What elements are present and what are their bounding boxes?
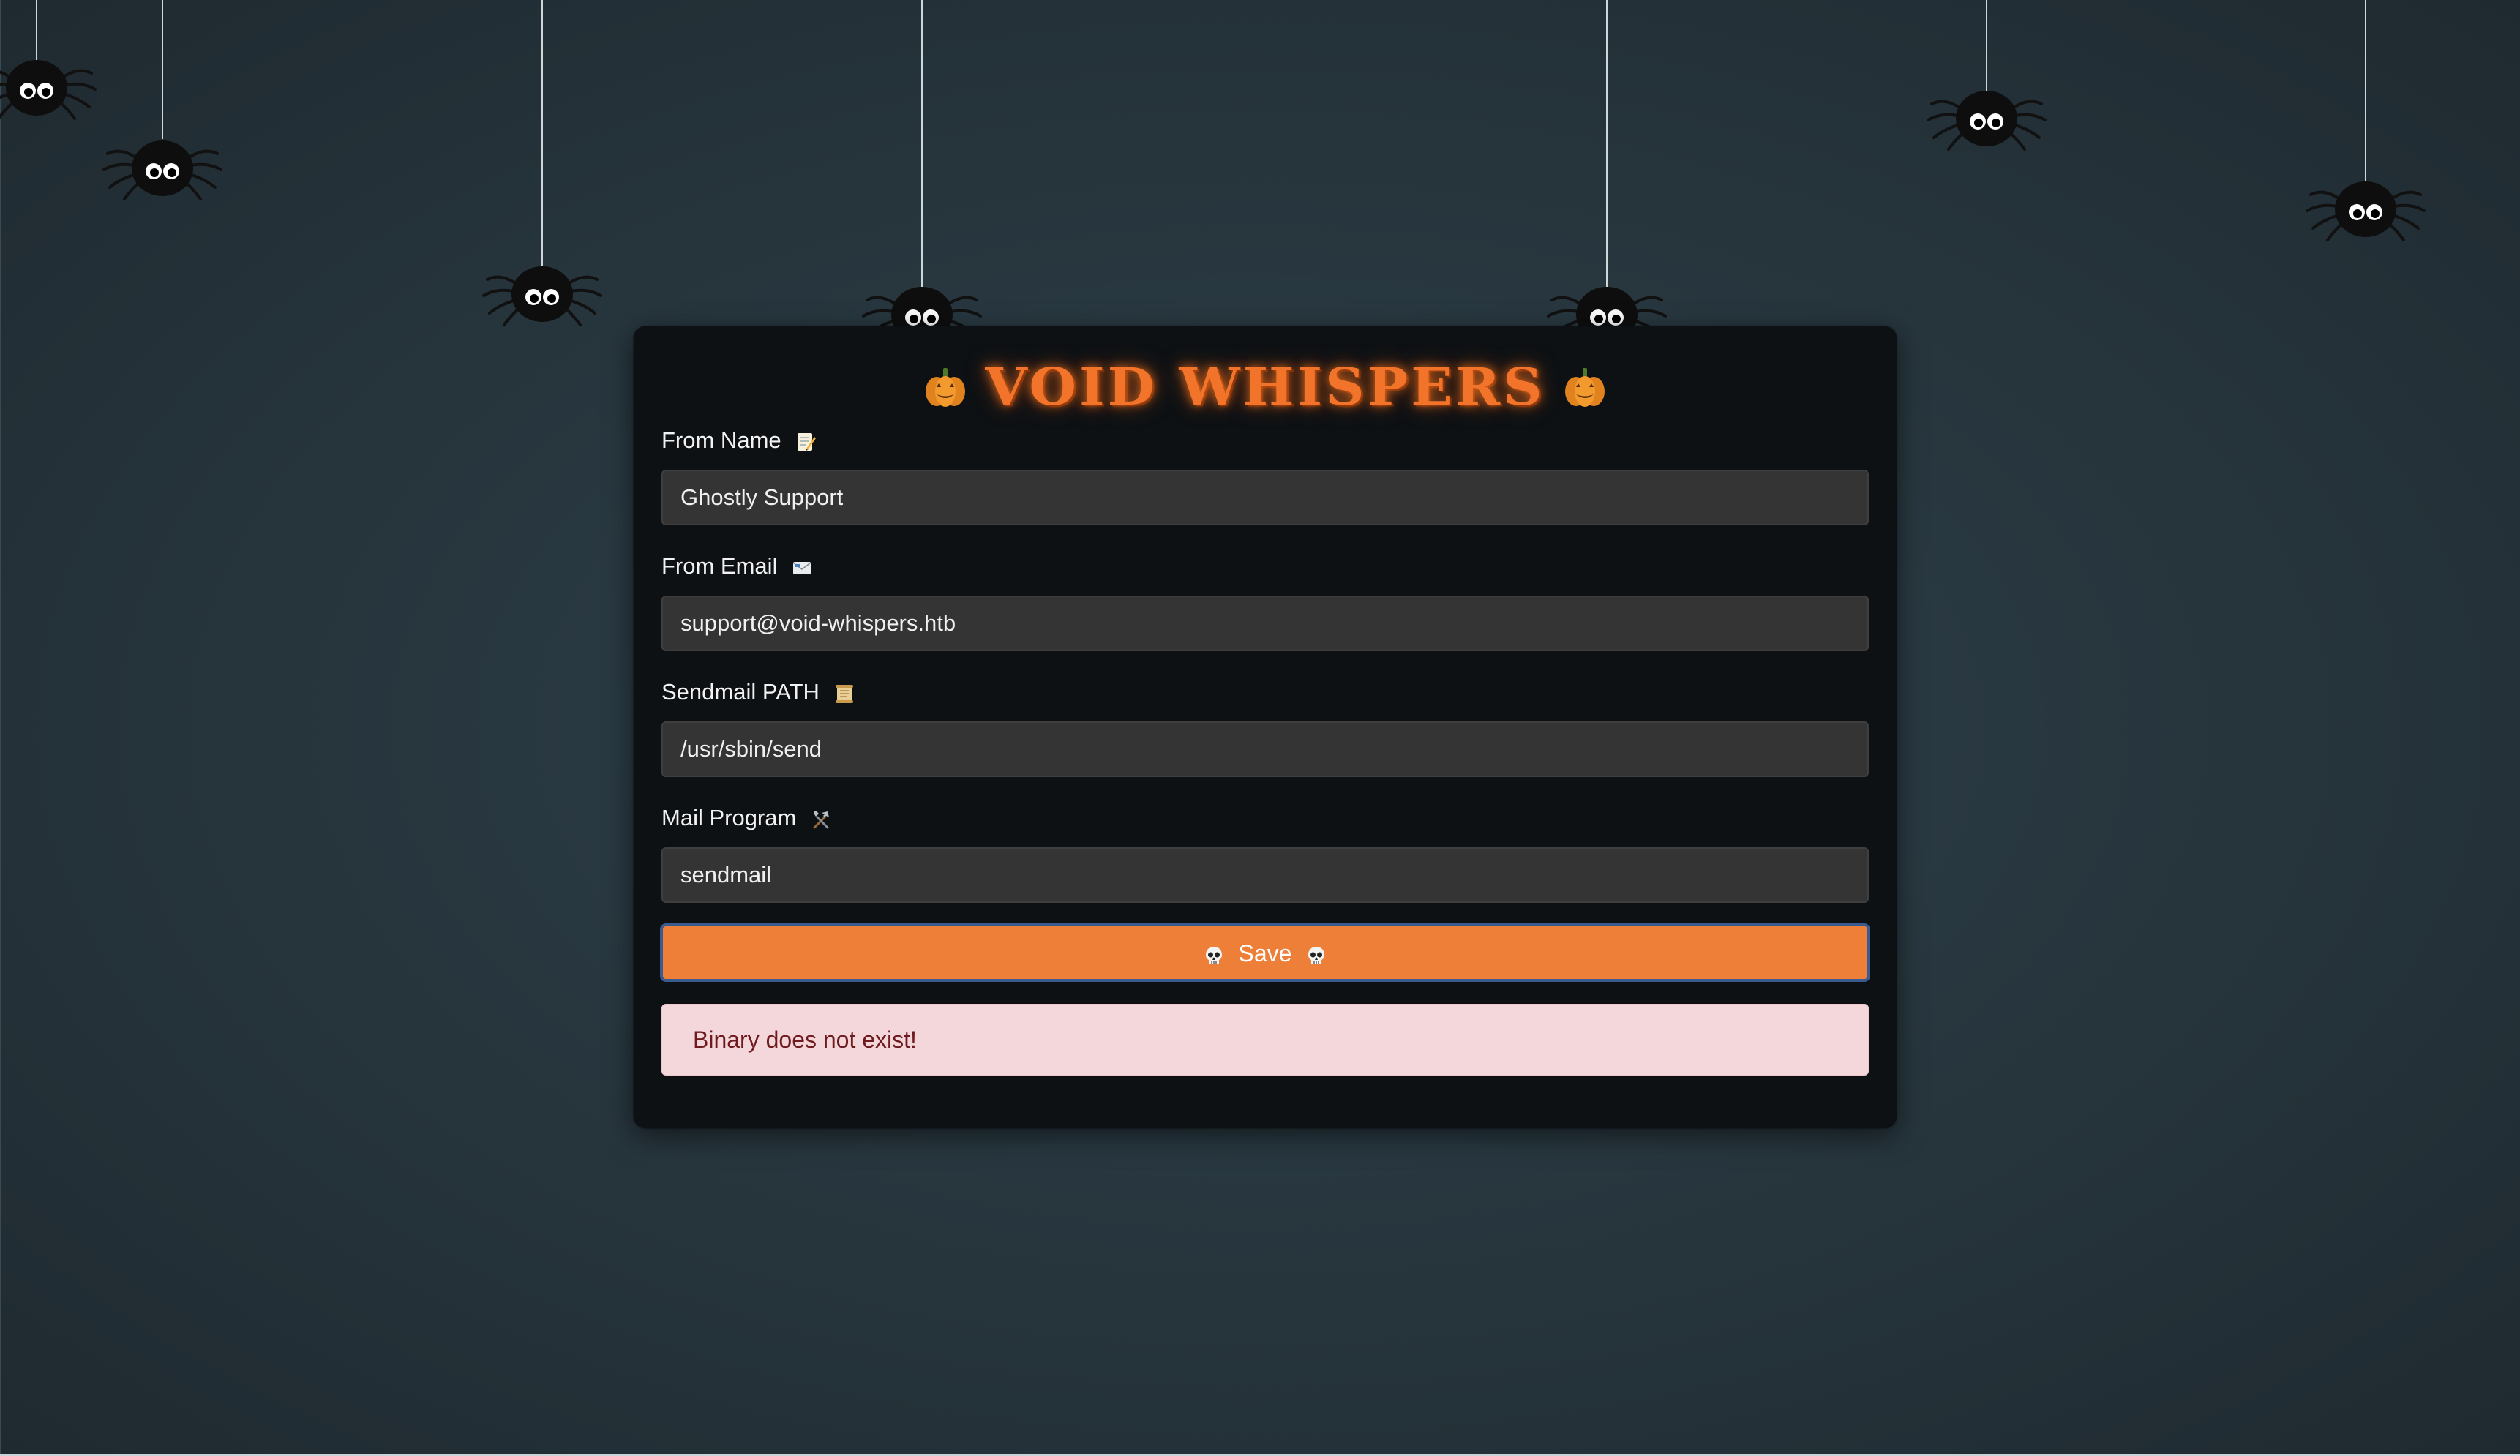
save-button-label: Save <box>1238 940 1292 967</box>
spider-icon <box>97 0 228 205</box>
pumpkin-icon <box>1565 368 1605 407</box>
from-email-label: From Email <box>661 550 813 582</box>
spider-icon <box>856 0 988 351</box>
spider-icon <box>1541 0 1673 351</box>
skull-icon <box>1308 946 1325 964</box>
sendmail-path-label-text: Sendmail PATH <box>661 679 820 705</box>
mail-program-label: Mail Program <box>661 802 832 834</box>
email-icon <box>792 561 811 574</box>
spider-icon <box>476 0 608 329</box>
pumpkin-icon <box>925 368 965 407</box>
sendmail-path-label: Sendmail PATH <box>661 676 855 708</box>
app-title: VOID WHISPERS <box>985 357 1545 417</box>
mail-program-input[interactable] <box>661 847 1869 903</box>
mail-program-label-text: Mail Program <box>661 805 797 830</box>
page-edge <box>0 0 1 1456</box>
spider-icon <box>2300 0 2431 241</box>
spider-icon <box>0 0 102 121</box>
tools-icon <box>813 810 829 829</box>
scroll-icon <box>835 684 853 703</box>
skull-icon <box>1205 946 1222 964</box>
sendmail-path-input[interactable] <box>661 721 1869 777</box>
error-alert-message: Binary does not exist! <box>693 1027 917 1053</box>
settings-card: VOID WHISPERS From Name From Email <box>634 326 1897 1128</box>
error-alert: Binary does not exist! <box>661 1004 1869 1076</box>
from-email-input[interactable] <box>661 596 1869 651</box>
from-email-label-text: From Email <box>661 553 778 579</box>
from-name-label: From Name <box>661 424 817 457</box>
page-header: VOID WHISPERS <box>634 347 1897 427</box>
from-name-input[interactable] <box>661 470 1869 525</box>
spider-icon <box>1921 0 2052 154</box>
save-button[interactable]: Save <box>660 923 1870 982</box>
from-name-label-text: From Name <box>661 427 781 453</box>
memo-icon <box>798 432 817 451</box>
